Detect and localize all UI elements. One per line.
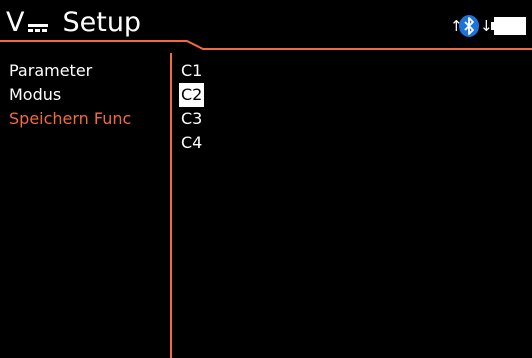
menu-divider xyxy=(170,53,172,358)
option-c3[interactable]: C3 xyxy=(179,107,204,131)
setup-screen: V Setup ↑ ↓ Parameter Modus Speichern Fu… xyxy=(0,0,532,358)
option-c2[interactable]: C2 xyxy=(179,83,205,107)
setup-menu: Parameter Modus Speichern Func xyxy=(9,59,131,131)
bluetooth-icon xyxy=(459,15,479,37)
option-c4[interactable]: C4 xyxy=(179,131,204,155)
upload-arrow-icon: ↑ xyxy=(450,17,463,35)
option-list: C1 C2 C3 C4 xyxy=(179,59,205,155)
download-arrow-icon: ↓ xyxy=(480,17,493,35)
menu-item-parameter[interactable]: Parameter xyxy=(9,59,131,83)
status-bar: ↑ ↓ xyxy=(450,15,526,37)
option-c1[interactable]: C1 xyxy=(179,59,204,83)
menu-item-speichern-func[interactable]: Speichern Func xyxy=(9,107,131,131)
menu-item-modus[interactable]: Modus xyxy=(9,83,131,107)
battery-icon xyxy=(491,17,526,35)
